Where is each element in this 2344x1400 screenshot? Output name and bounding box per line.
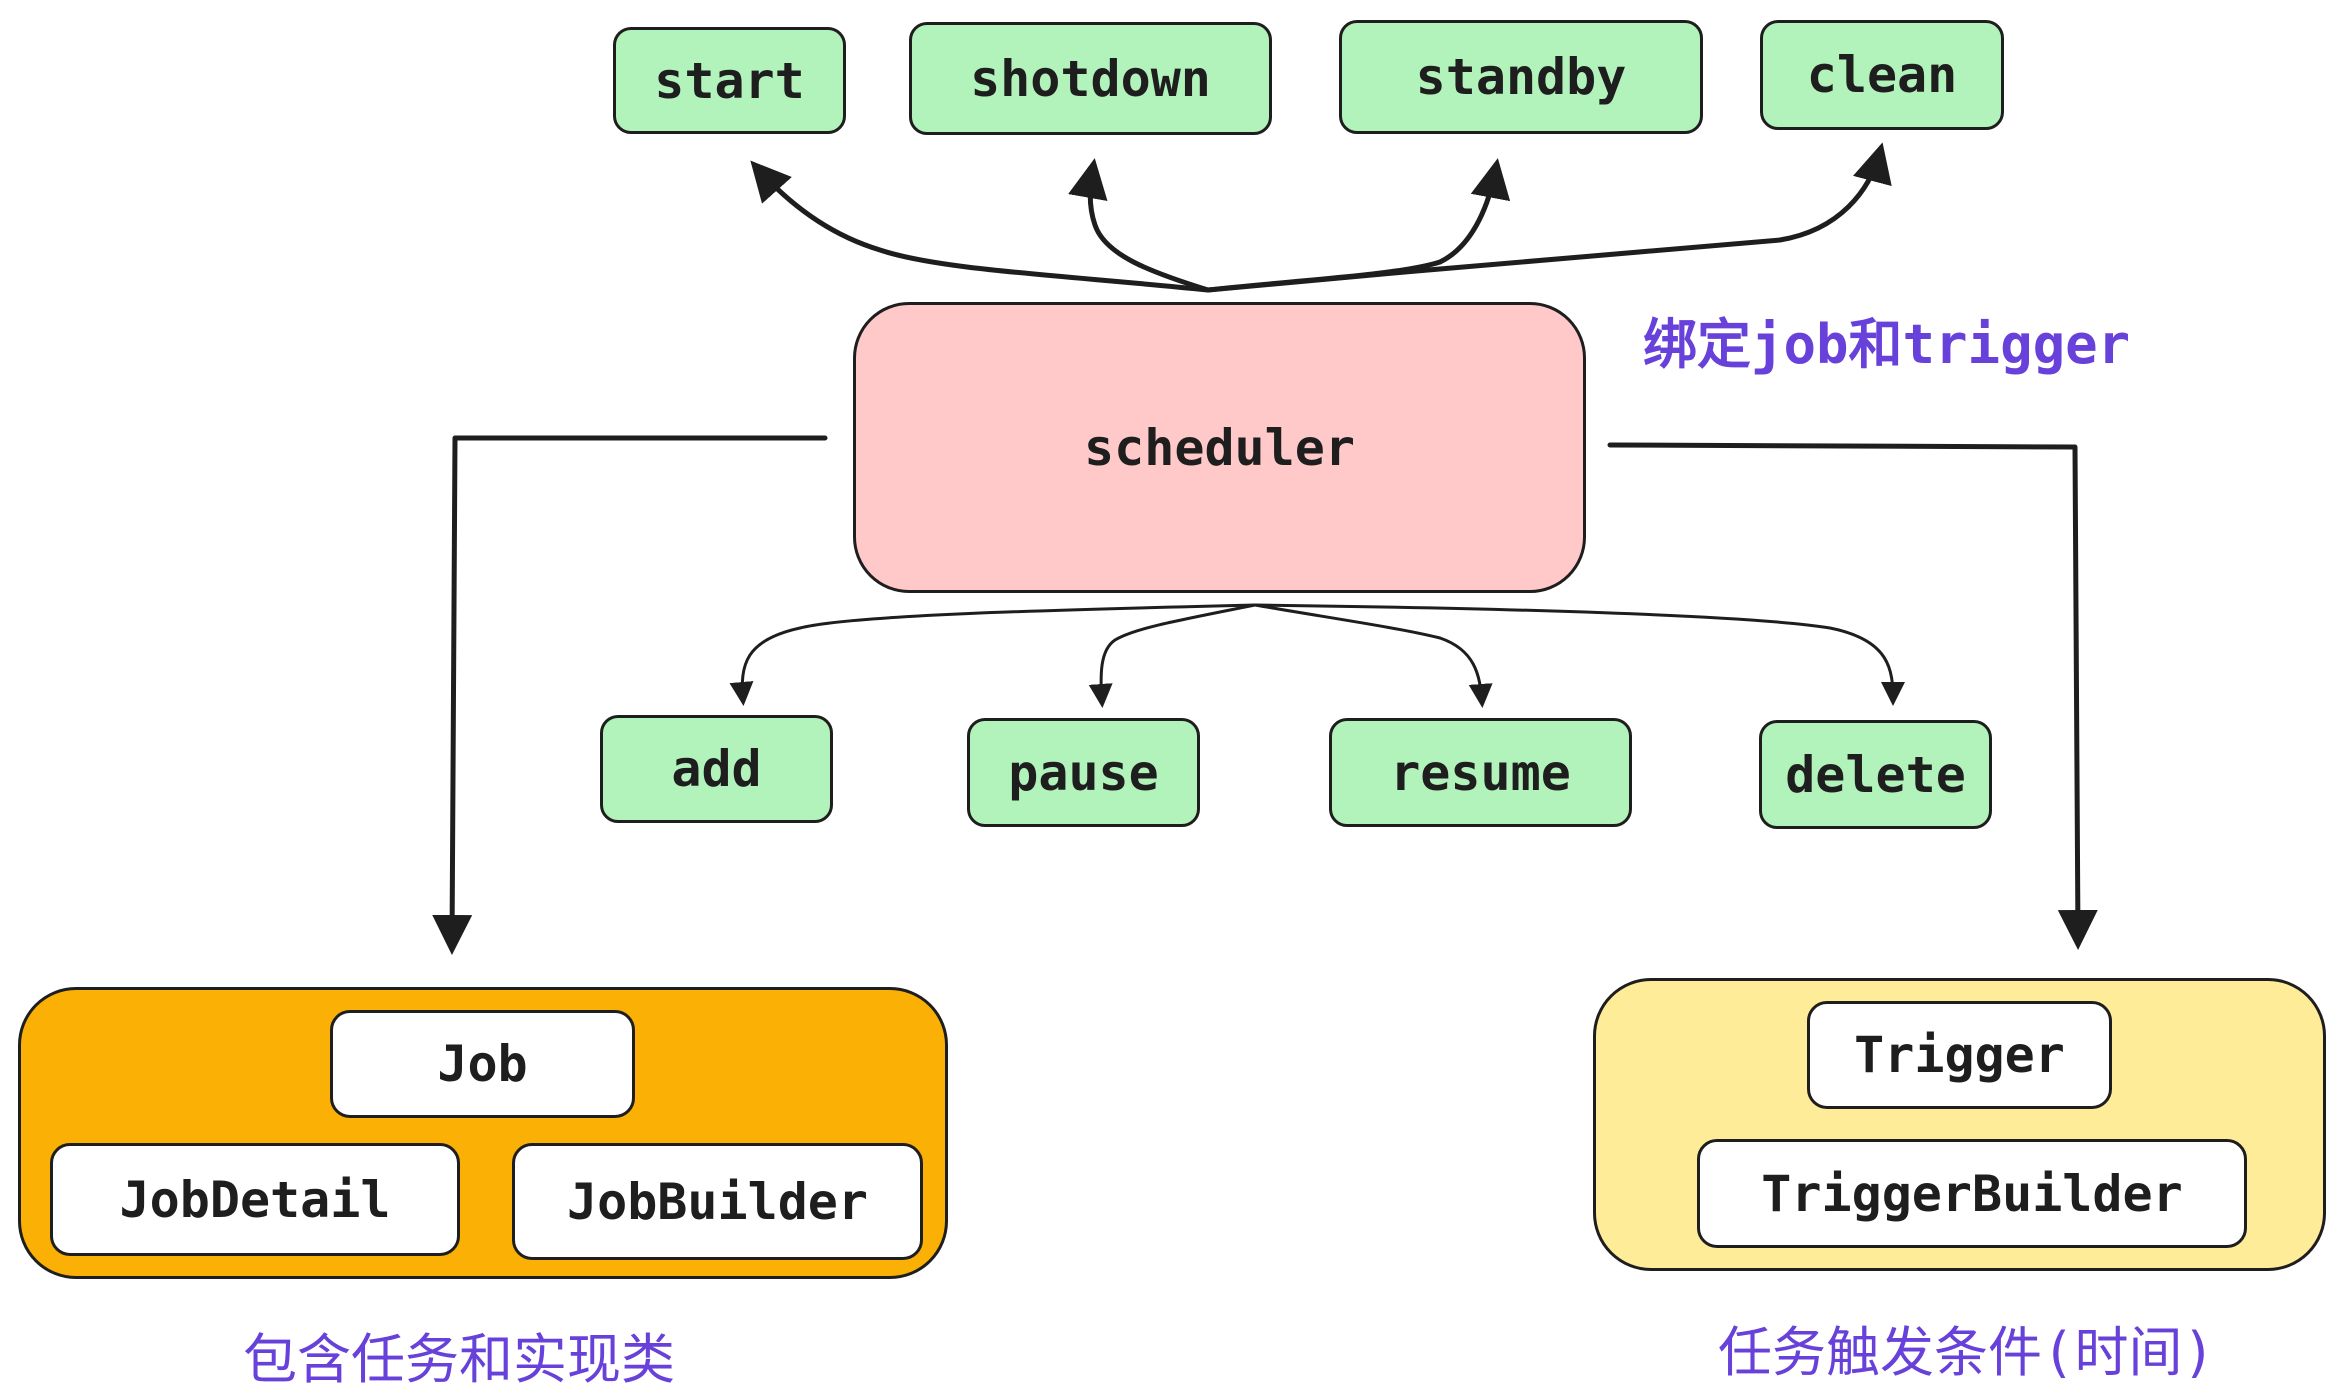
scheduler-node: scheduler [853, 302, 1586, 593]
arrow-to-delete [1253, 603, 1905, 706]
jobbuilder-node: JobBuilder [512, 1143, 923, 1260]
standby-node: standby [1339, 20, 1703, 134]
arrow-to-clean [1205, 142, 1892, 293]
arrow-to-job-group [432, 435, 828, 955]
arrow-to-start [750, 160, 1211, 293]
arrow-to-shotdown [1068, 158, 1211, 293]
pause-node: pause [967, 718, 1200, 827]
trigger-group: Trigger TriggerBuilder [1593, 978, 2326, 1271]
trigger-group-caption: 任务触发条件(时间) [1718, 1321, 2216, 1384]
start-node: start [613, 27, 846, 134]
job-group-caption: 包含任务和实现类 [243, 1328, 675, 1391]
clean-node: clean [1760, 20, 2004, 130]
delete-node: delete [1759, 720, 1992, 829]
triggerbuilder-node: TriggerBuilder [1697, 1139, 2247, 1248]
job-node: Job [330, 1010, 635, 1118]
arrow-to-resume [1253, 603, 1493, 708]
arrow-to-pause [1088, 603, 1257, 708]
arrow-to-standby [1205, 158, 1511, 293]
job-group: Job JobDetail JobBuilder [18, 987, 948, 1279]
jobdetail-node: JobDetail [50, 1143, 460, 1256]
arrow-to-trigger-group [1607, 442, 2098, 950]
add-node: add [600, 715, 833, 823]
binding-note: 绑定job和trigger [1643, 313, 2131, 376]
shotdown-node: shotdown [909, 22, 1272, 135]
trigger-node: Trigger [1807, 1001, 2112, 1109]
resume-node: resume [1329, 718, 1632, 827]
